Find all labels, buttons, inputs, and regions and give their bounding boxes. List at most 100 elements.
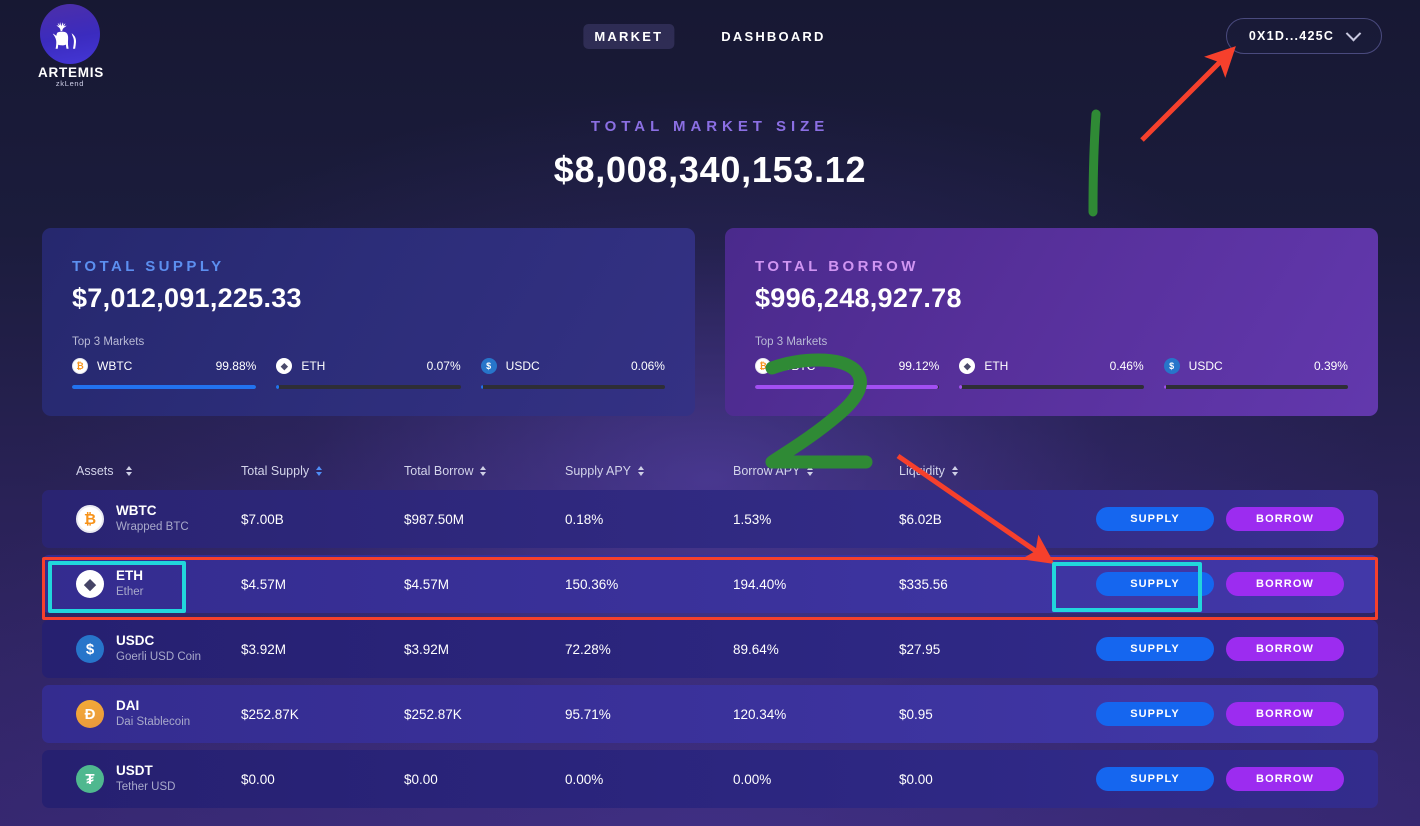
column-label: Borrow APY [733,464,801,478]
wbtc-asset-icon: ₿ [76,505,104,533]
asset-name: Ether [116,586,144,599]
total-supply-label: TOTAL SUPPLY [72,258,225,275]
market-share-bar [755,385,940,389]
market-percent: 0.07% [426,359,461,373]
market-symbol: USDC [1188,359,1223,373]
asset-symbol: USDC [116,633,155,649]
table-row[interactable]: $ USDC Goerli USD Coin $3.92M $3.92M 72.… [42,620,1378,678]
asset-name: Goerli USD Coin [116,651,201,664]
total-borrow-cell: $0.00 [404,771,438,787]
borrow-button[interactable]: BORROW [1226,637,1344,661]
column-header-supply-apy[interactable]: Supply APY [565,464,733,478]
column-header-total-supply[interactable]: Total Supply [241,464,404,478]
asset-cell: ₮ USDT Tether USD [76,763,241,794]
market-symbol: ETH [301,359,326,373]
eth-coin-icon: ◆ [959,358,976,374]
total-borrow-card: TOTAL BORROW $996,248,927.78 Top 3 Marke… [725,228,1378,416]
supply-button[interactable]: SUPPLY [1096,767,1214,791]
sort-icon[interactable] [638,466,645,476]
eth-coin-icon: ◆ [276,358,293,374]
asset-symbol: WBTC [116,503,157,519]
table-row[interactable]: ₮ USDT Tether USD $0.00 $0.00 0.00% 0.00… [42,750,1378,808]
column-header-assets[interactable]: Assets [76,464,241,478]
asset-symbol: USDT [116,763,153,779]
table-header-row: Assets Total Supply Total Borrow Supply … [42,452,1378,490]
top-market-item: ◆ ETH 0.46% [959,358,1144,389]
market-percent: 0.39% [1313,359,1348,373]
column-label: Assets [76,464,114,478]
market-share-bar [480,385,665,389]
top-markets-list: ₿ WBTC 99.88% ◆ ETH 0.07% $ USDC 0.06% [72,358,665,389]
usdc-asset-icon: $ [76,635,104,663]
main-nav: MARKET DASHBOARD [583,24,836,49]
market-percent: 99.88% [215,359,257,373]
supply-button[interactable]: SUPPLY [1096,637,1214,661]
top-market-item: ₿ WBTC 99.12% [755,358,940,389]
row-actions: SUPPLY BORROW [1096,637,1344,661]
total-supply-cell: $3.92M [241,641,287,657]
table-row[interactable]: ◆ ETH Ether $4.57M $4.57M 150.36% 194.40… [42,555,1378,613]
supply-button[interactable]: SUPPLY [1096,507,1214,531]
top-market-item: ◆ ETH 0.07% [276,358,461,389]
total-supply-card: TOTAL SUPPLY $7,012,091,225.33 Top 3 Mar… [42,228,695,416]
asset-symbol: DAI [116,698,140,714]
liquidity-cell: $27.95 [899,641,941,657]
wallet-address-button[interactable]: 0X1D...425C [1226,18,1382,54]
top-markets-label: Top 3 Markets [755,336,828,348]
borrow-button[interactable]: BORROW [1226,572,1344,596]
borrow-apy-cell: 194.40% [733,576,787,592]
wbtc-coin-icon: ₿ [755,358,771,374]
sort-icon[interactable] [316,466,323,476]
top-market-item: ₿ WBTC 99.88% [72,358,257,389]
market-share-bar [276,385,461,389]
liquidity-cell: $6.02B [899,511,942,527]
total-market-size-section: TOTAL MARKET SIZE $8,008,340,153.12 [0,118,1420,191]
total-supply-cell: $252.87K [241,706,299,722]
sort-icon[interactable] [807,466,814,476]
asset-cell: ◆ ETH Ether [76,568,241,599]
total-borrow-cell: $252.87K [404,706,462,722]
app-header: ARTEMIS zkLend MARKET DASHBOARD 0X1D...4… [0,0,1420,88]
supply-button[interactable]: SUPPLY [1096,572,1214,596]
table-row[interactable]: ₿ WBTC Wrapped BTC $7.00B $987.50M 0.18%… [42,490,1378,548]
column-header-borrow-apy[interactable]: Borrow APY [733,464,899,478]
total-borrow-cell: $4.57M [404,576,450,592]
total-supply-value: $7,012,091,225.33 [72,283,302,313]
top-market-item: $ USDC 0.06% [480,358,665,389]
asset-name: Dai Stablecoin [116,716,191,729]
row-actions: SUPPLY BORROW [1096,572,1344,596]
borrow-apy-cell: 89.64% [733,641,779,657]
market-percent: 99.12% [898,359,940,373]
usdc-coin-icon: $ [1163,358,1180,374]
supply-apy-cell: 72.28% [565,641,611,657]
table-row[interactable]: Ð DAI Dai Stablecoin $252.87K $252.87K 9… [42,685,1378,743]
asset-cell: ₿ WBTC Wrapped BTC [76,503,241,534]
borrow-button[interactable]: BORROW [1226,767,1344,791]
top-markets-label: Top 3 Markets [72,336,145,348]
sort-icon[interactable] [951,466,958,476]
sort-icon[interactable] [125,466,132,476]
total-market-size-label: TOTAL MARKET SIZE [590,118,830,135]
market-share-bar [1163,385,1348,389]
total-supply-cell: $7.00B [241,511,284,527]
total-borrow-cell: $3.92M [404,641,450,657]
supply-apy-cell: 0.00% [565,771,604,787]
supply-button[interactable]: SUPPLY [1096,702,1214,726]
top-market-item: $ USDC 0.39% [1163,358,1348,389]
nav-item-market[interactable]: MARKET [583,24,675,49]
brand-logo[interactable]: ARTEMIS zkLend [38,4,103,88]
column-header-liquidity[interactable]: Liquidity [899,464,1074,478]
borrow-button[interactable]: BORROW [1226,702,1344,726]
column-header-total-borrow[interactable]: Total Borrow [404,464,565,478]
borrow-apy-cell: 120.34% [733,706,787,722]
liquidity-cell: $0.95 [899,706,933,722]
column-label: Liquidity [899,464,945,478]
total-borrow-value: $996,248,927.78 [755,283,962,313]
borrow-button[interactable]: BORROW [1226,507,1344,531]
column-label: Total Supply [241,464,310,478]
sort-icon[interactable] [480,466,487,476]
row-actions: SUPPLY BORROW [1096,702,1344,726]
asset-symbol: ETH [116,568,143,584]
nav-item-dashboard[interactable]: DASHBOARD [710,24,836,49]
total-market-size-value: $8,008,340,153.12 [553,149,867,190]
